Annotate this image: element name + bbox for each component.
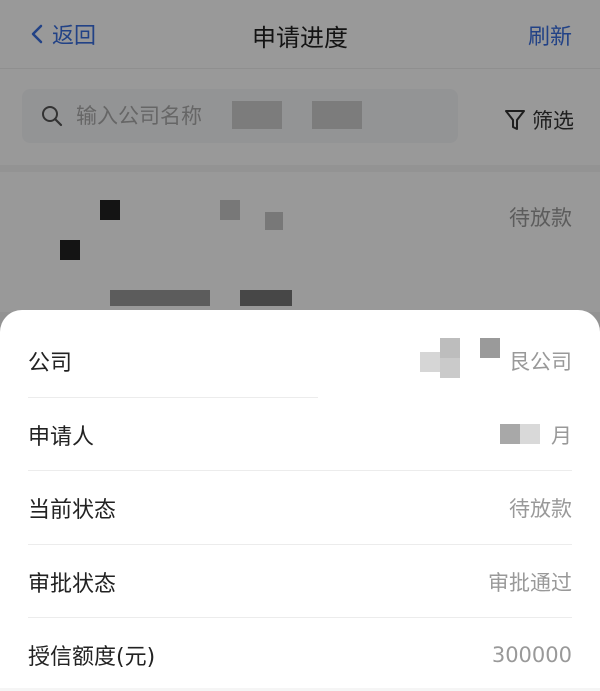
detail-value: 月 bbox=[551, 423, 572, 448]
detail-value: 艮公司 bbox=[509, 349, 572, 374]
detail-row-credit-limit: 授信额度(元) 300000 bbox=[0, 618, 600, 691]
detail-value: 审批通过 bbox=[488, 570, 572, 595]
detail-value: 待放款 bbox=[509, 496, 572, 521]
detail-value: 300000 bbox=[491, 642, 572, 667]
detail-label: 公司 bbox=[28, 350, 73, 376]
detail-row-company: 公司 艮公司 bbox=[0, 324, 600, 397]
detail-label: 当前状态 bbox=[28, 497, 117, 523]
detail-label: 申请人 bbox=[28, 424, 95, 450]
detail-row-applicant: 申请人 月 bbox=[0, 398, 600, 471]
detail-row-approval-status: 审批状态 审批通过 bbox=[0, 545, 600, 618]
detail-row-current-status: 当前状态 待放款 bbox=[0, 471, 600, 544]
detail-label: 审批状态 bbox=[28, 571, 117, 597]
detail-sheet: 公司 艮公司 申请人 月 当前状态 待放款 审批状态 审批通过 授信额度(元) … bbox=[0, 310, 600, 688]
detail-label: 授信额度(元) bbox=[28, 644, 156, 670]
